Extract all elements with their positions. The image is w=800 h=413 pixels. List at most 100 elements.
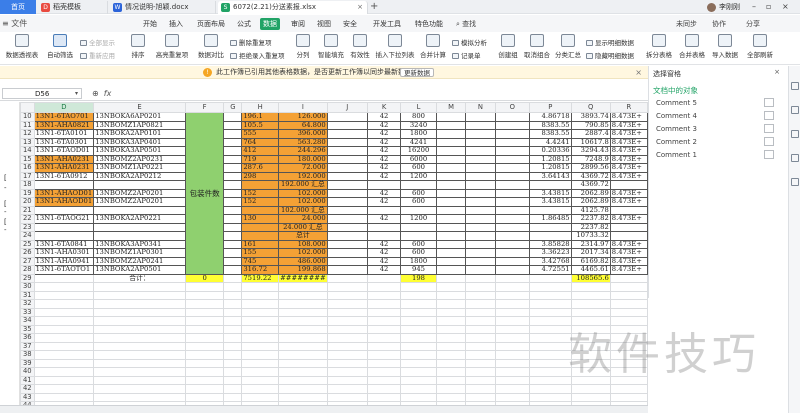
column-header-m[interactable]: M	[435, 102, 467, 113]
visibility-checkbox[interactable]	[764, 137, 774, 146]
cell-f36[interactable]	[184, 333, 225, 343]
row-header[interactable]: 23	[20, 222, 35, 232]
cell-d37[interactable]	[33, 341, 95, 351]
cell-k37[interactable]	[366, 341, 402, 351]
cell-p27[interactable]: 3.42768	[528, 256, 572, 266]
cell-h13[interactable]: 764	[241, 137, 280, 147]
cell-e27[interactable]: 13NBOMZ2AP0241	[93, 256, 186, 266]
cell-g36[interactable]	[223, 333, 243, 343]
cell-g42[interactable]	[223, 384, 243, 394]
user-area[interactable]: 李刚刚	[707, 0, 740, 14]
row-header[interactable]: 25	[20, 239, 35, 249]
cell-p28[interactable]: 4.72551	[528, 265, 572, 275]
cell-n38[interactable]	[465, 350, 496, 360]
cell-o42[interactable]	[494, 384, 530, 394]
cell-q11[interactable]: 790.85	[570, 120, 611, 130]
cell-e12[interactable]: 13NBOKA2AP0101	[93, 129, 186, 139]
cell-f39[interactable]	[184, 358, 225, 368]
cell-i20[interactable]: 102.000	[278, 197, 328, 207]
cell-e33[interactable]	[93, 307, 186, 317]
cell-m39[interactable]	[435, 358, 467, 368]
cell-j21[interactable]	[326, 205, 368, 215]
cell-j39[interactable]	[326, 358, 368, 368]
corner-cell[interactable]	[20, 102, 35, 113]
cell-l14[interactable]: 16200	[400, 146, 437, 156]
cell-l25[interactable]: 600	[400, 239, 437, 249]
cell-m22[interactable]	[435, 214, 467, 224]
cell-i29[interactable]: ########	[278, 273, 328, 283]
row-header[interactable]: 16	[20, 163, 35, 173]
cell-n42[interactable]	[465, 384, 496, 394]
cell-o37[interactable]	[494, 341, 530, 351]
cell-g14[interactable]	[223, 146, 243, 156]
cell-d38[interactable]	[33, 350, 95, 360]
ungroup-button[interactable]: 取消组合	[522, 34, 552, 59]
cell-l13[interactable]: 4241	[400, 137, 437, 147]
cell-l31[interactable]	[400, 290, 437, 300]
cell-r23[interactable]	[609, 222, 648, 232]
cell-o21[interactable]	[494, 205, 530, 215]
cell-r15[interactable]: 8.473E+	[609, 154, 648, 164]
menu-formula[interactable]: 公式	[234, 18, 254, 30]
row-header[interactable]: 10	[20, 112, 35, 122]
cell-o29[interactable]	[494, 273, 530, 283]
cell-l30[interactable]	[400, 282, 437, 292]
cell-r19[interactable]: 8.473E+	[609, 188, 648, 198]
row-header[interactable]: 39	[20, 358, 35, 368]
cell-g31[interactable]	[223, 290, 243, 300]
cell-l37[interactable]	[400, 341, 437, 351]
cell-k22[interactable]: 42	[366, 214, 402, 224]
cell-r27[interactable]: 8.473E+	[609, 256, 648, 266]
cell-k30[interactable]	[366, 282, 402, 292]
row-header[interactable]: 30	[20, 282, 35, 292]
cell-n13[interactable]	[465, 137, 496, 147]
cell-l24[interactable]	[400, 231, 437, 241]
cell-l38[interactable]	[400, 350, 437, 360]
cell-n24[interactable]	[465, 231, 496, 241]
cell-l18[interactable]	[400, 180, 437, 190]
menu-data[interactable]: 数据	[260, 18, 280, 30]
cell-g24[interactable]	[223, 231, 243, 241]
cell-k34[interactable]	[366, 316, 402, 326]
cell-r29[interactable]	[609, 273, 648, 283]
cell-p40[interactable]	[528, 367, 572, 377]
cell-g27[interactable]	[223, 256, 243, 266]
reapply-button[interactable]: 重新应用	[80, 50, 115, 60]
cell-e31[interactable]	[93, 290, 186, 300]
cell-e36[interactable]	[93, 333, 186, 343]
cell-g33[interactable]	[223, 307, 243, 317]
cell-e16[interactable]: 13NBOMZ1AP0221	[93, 163, 186, 173]
cell-m15[interactable]	[435, 154, 467, 164]
cell-l40[interactable]	[400, 367, 437, 377]
cell-p21[interactable]	[528, 205, 572, 215]
cell-q14[interactable]: 3294.43	[570, 146, 611, 156]
cell-d17[interactable]: 13N1-6TA0912	[33, 171, 95, 181]
cell-p36[interactable]	[528, 333, 572, 343]
cell-n21[interactable]	[465, 205, 496, 215]
cell-o15[interactable]	[494, 154, 530, 164]
cell-h15[interactable]: 719	[241, 154, 280, 164]
column-header-r[interactable]: R	[609, 102, 648, 113]
menu-developer[interactable]: 开发工具	[370, 18, 404, 30]
cell-l42[interactable]	[400, 384, 437, 394]
cell-p23[interactable]	[528, 222, 572, 232]
cell-e30[interactable]	[93, 282, 186, 292]
cell-g23[interactable]	[223, 222, 243, 232]
cell-h19[interactable]: 152	[241, 188, 280, 198]
search-button[interactable]: ⌕ 查找	[456, 18, 476, 30]
cell-h27[interactable]: 745	[241, 256, 280, 266]
cell-k36[interactable]	[366, 333, 402, 343]
name-box[interactable]: D56 ▾	[2, 88, 82, 99]
cell-e26[interactable]: 13NBOMZ1AP0301	[93, 248, 186, 258]
cell-m10[interactable]	[435, 112, 467, 122]
cell-n43[interactable]	[465, 392, 496, 402]
cell-l21[interactable]	[400, 205, 437, 215]
cell-i16[interactable]: 72.000	[278, 163, 328, 173]
cell-l10[interactable]: 800	[400, 112, 437, 122]
cell-d27[interactable]: 13N1-AHA0941	[33, 256, 95, 266]
cell-e19[interactable]: 13NBOMZ2AP0201	[93, 188, 186, 198]
cell-j42[interactable]	[326, 384, 368, 394]
cell-k28[interactable]: 42	[366, 265, 402, 275]
cell-i11[interactable]: 64.800	[278, 120, 328, 130]
cell-m16[interactable]	[435, 163, 467, 173]
